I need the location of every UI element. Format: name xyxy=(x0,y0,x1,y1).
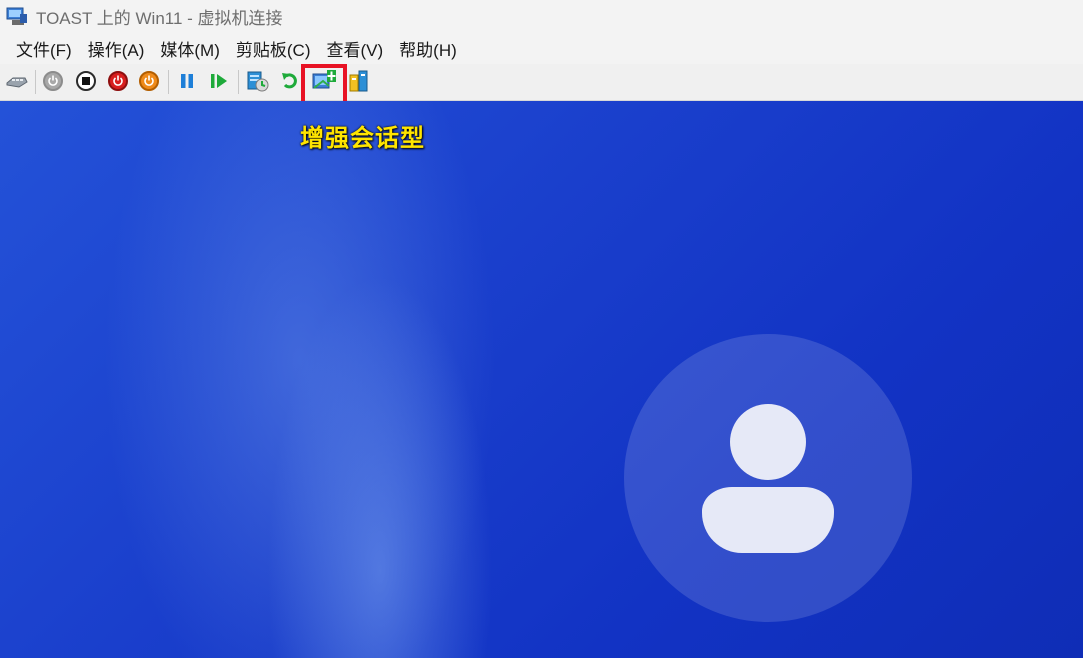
toolbar-separator xyxy=(168,70,169,94)
title-bar: TOAST 上的 Win11 - 虚拟机连接 xyxy=(0,0,1083,32)
window-title: TOAST 上的 Win11 - 虚拟机连接 xyxy=(36,8,283,28)
menu-file[interactable]: 文件(F) xyxy=(16,36,82,61)
user-avatar xyxy=(624,334,912,622)
shutdown-icon[interactable] xyxy=(105,68,131,94)
menu-clipboard[interactable]: 剪贴板(C) xyxy=(236,36,321,61)
revert-icon[interactable] xyxy=(277,68,303,94)
user-head-icon xyxy=(730,404,806,480)
enhanced-session-highlight xyxy=(301,64,347,106)
save-icon[interactable] xyxy=(136,68,162,94)
vm-desktop[interactable] xyxy=(0,101,1083,658)
toolbar-separator xyxy=(238,70,239,94)
menu-bar: 文件(F) 操作(A) 媒体(M) 剪贴板(C) 查看(V) 帮助(H) xyxy=(0,32,1083,64)
turn-off-icon[interactable] xyxy=(73,68,99,94)
menu-action[interactable]: 操作(A) xyxy=(88,36,155,61)
start-icon[interactable] xyxy=(40,68,66,94)
menu-media[interactable]: 媒体(M) xyxy=(160,36,229,61)
annotation-label: 增强会话型 xyxy=(300,125,425,152)
toolbar-separator xyxy=(35,70,36,94)
menu-help[interactable]: 帮助(H) xyxy=(399,36,467,61)
menu-view[interactable]: 查看(V) xyxy=(326,36,393,61)
user-body-icon xyxy=(702,487,834,553)
share-icon[interactable] xyxy=(346,68,372,94)
toolbar xyxy=(0,64,1083,101)
resume-icon[interactable] xyxy=(206,68,232,94)
pause-icon[interactable] xyxy=(174,68,200,94)
checkpoint-icon[interactable] xyxy=(244,68,270,94)
ctrl-alt-del-icon[interactable] xyxy=(4,68,30,94)
vm-connection-app-icon xyxy=(6,6,28,26)
